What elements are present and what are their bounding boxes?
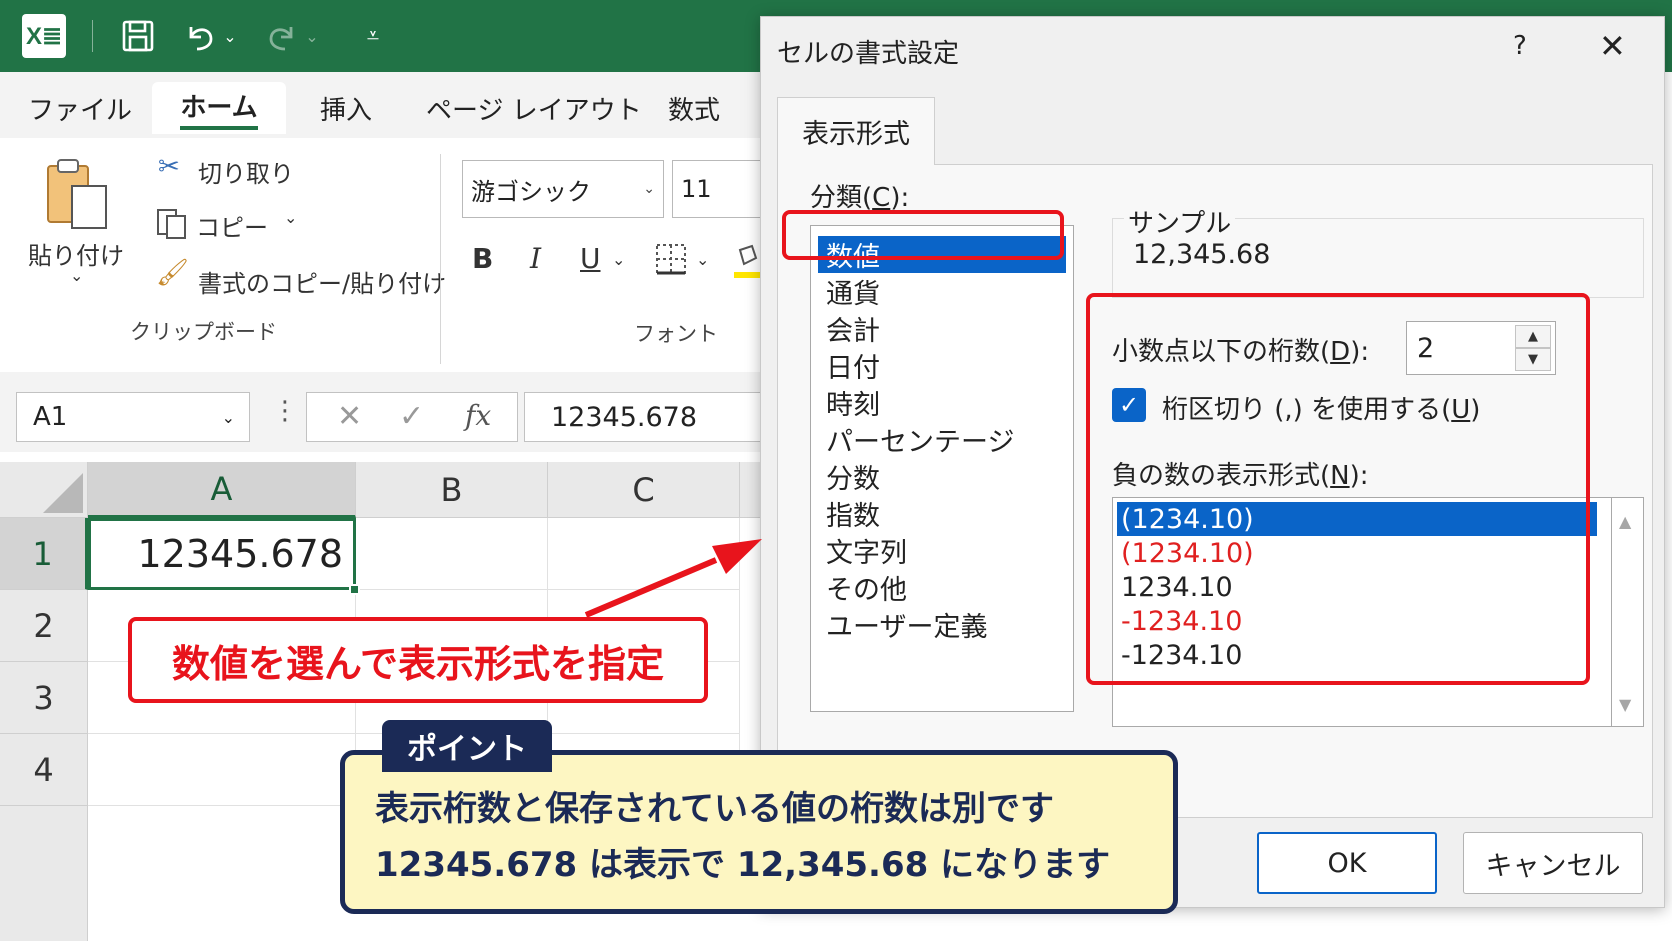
- point-line-1: 表示桁数と保存されている値の桁数は別です: [375, 789, 1054, 829]
- point-box: 表示桁数と保存されている値の桁数は別です 12345.678 は表示で 12,3…: [340, 750, 1178, 914]
- point-tag: ポイント: [382, 720, 552, 772]
- callout-box: 数値を選んで表示形式を指定: [128, 617, 708, 703]
- point-line-2: 12345.678 は表示で 12,345.68 になります: [375, 845, 1111, 885]
- tab-number-format[interactable]: 表示形式: [777, 97, 935, 165]
